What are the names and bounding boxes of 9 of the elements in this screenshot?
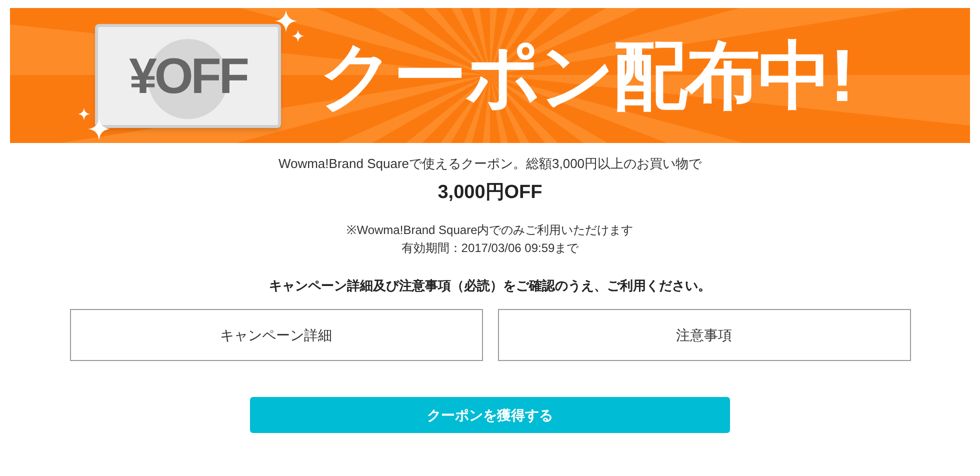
discount-text: 3,000円OFF: [438, 181, 542, 205]
coupon-label: ¥OFF: [129, 50, 247, 100]
banner-title: クーポン配布中!: [319, 38, 853, 112]
note-text: ※Wowma!Brand Square内でのみご利用いただけます: [346, 222, 634, 239]
description-text: Wowma!Brand Squareで使えるクーポン。総額3,000円以上のお買い物で: [278, 155, 702, 173]
link-button[interactable]: キャンペーン詳細: [70, 309, 482, 361]
instruction-text: キャンペーン詳細及び注意事項（必読）をご確認のうえ、ご利用ください。: [269, 277, 711, 295]
note-text: 有効期間：2017/03/06 09:59まで: [401, 240, 579, 257]
link-button[interactable]: 注意事項: [498, 309, 910, 361]
